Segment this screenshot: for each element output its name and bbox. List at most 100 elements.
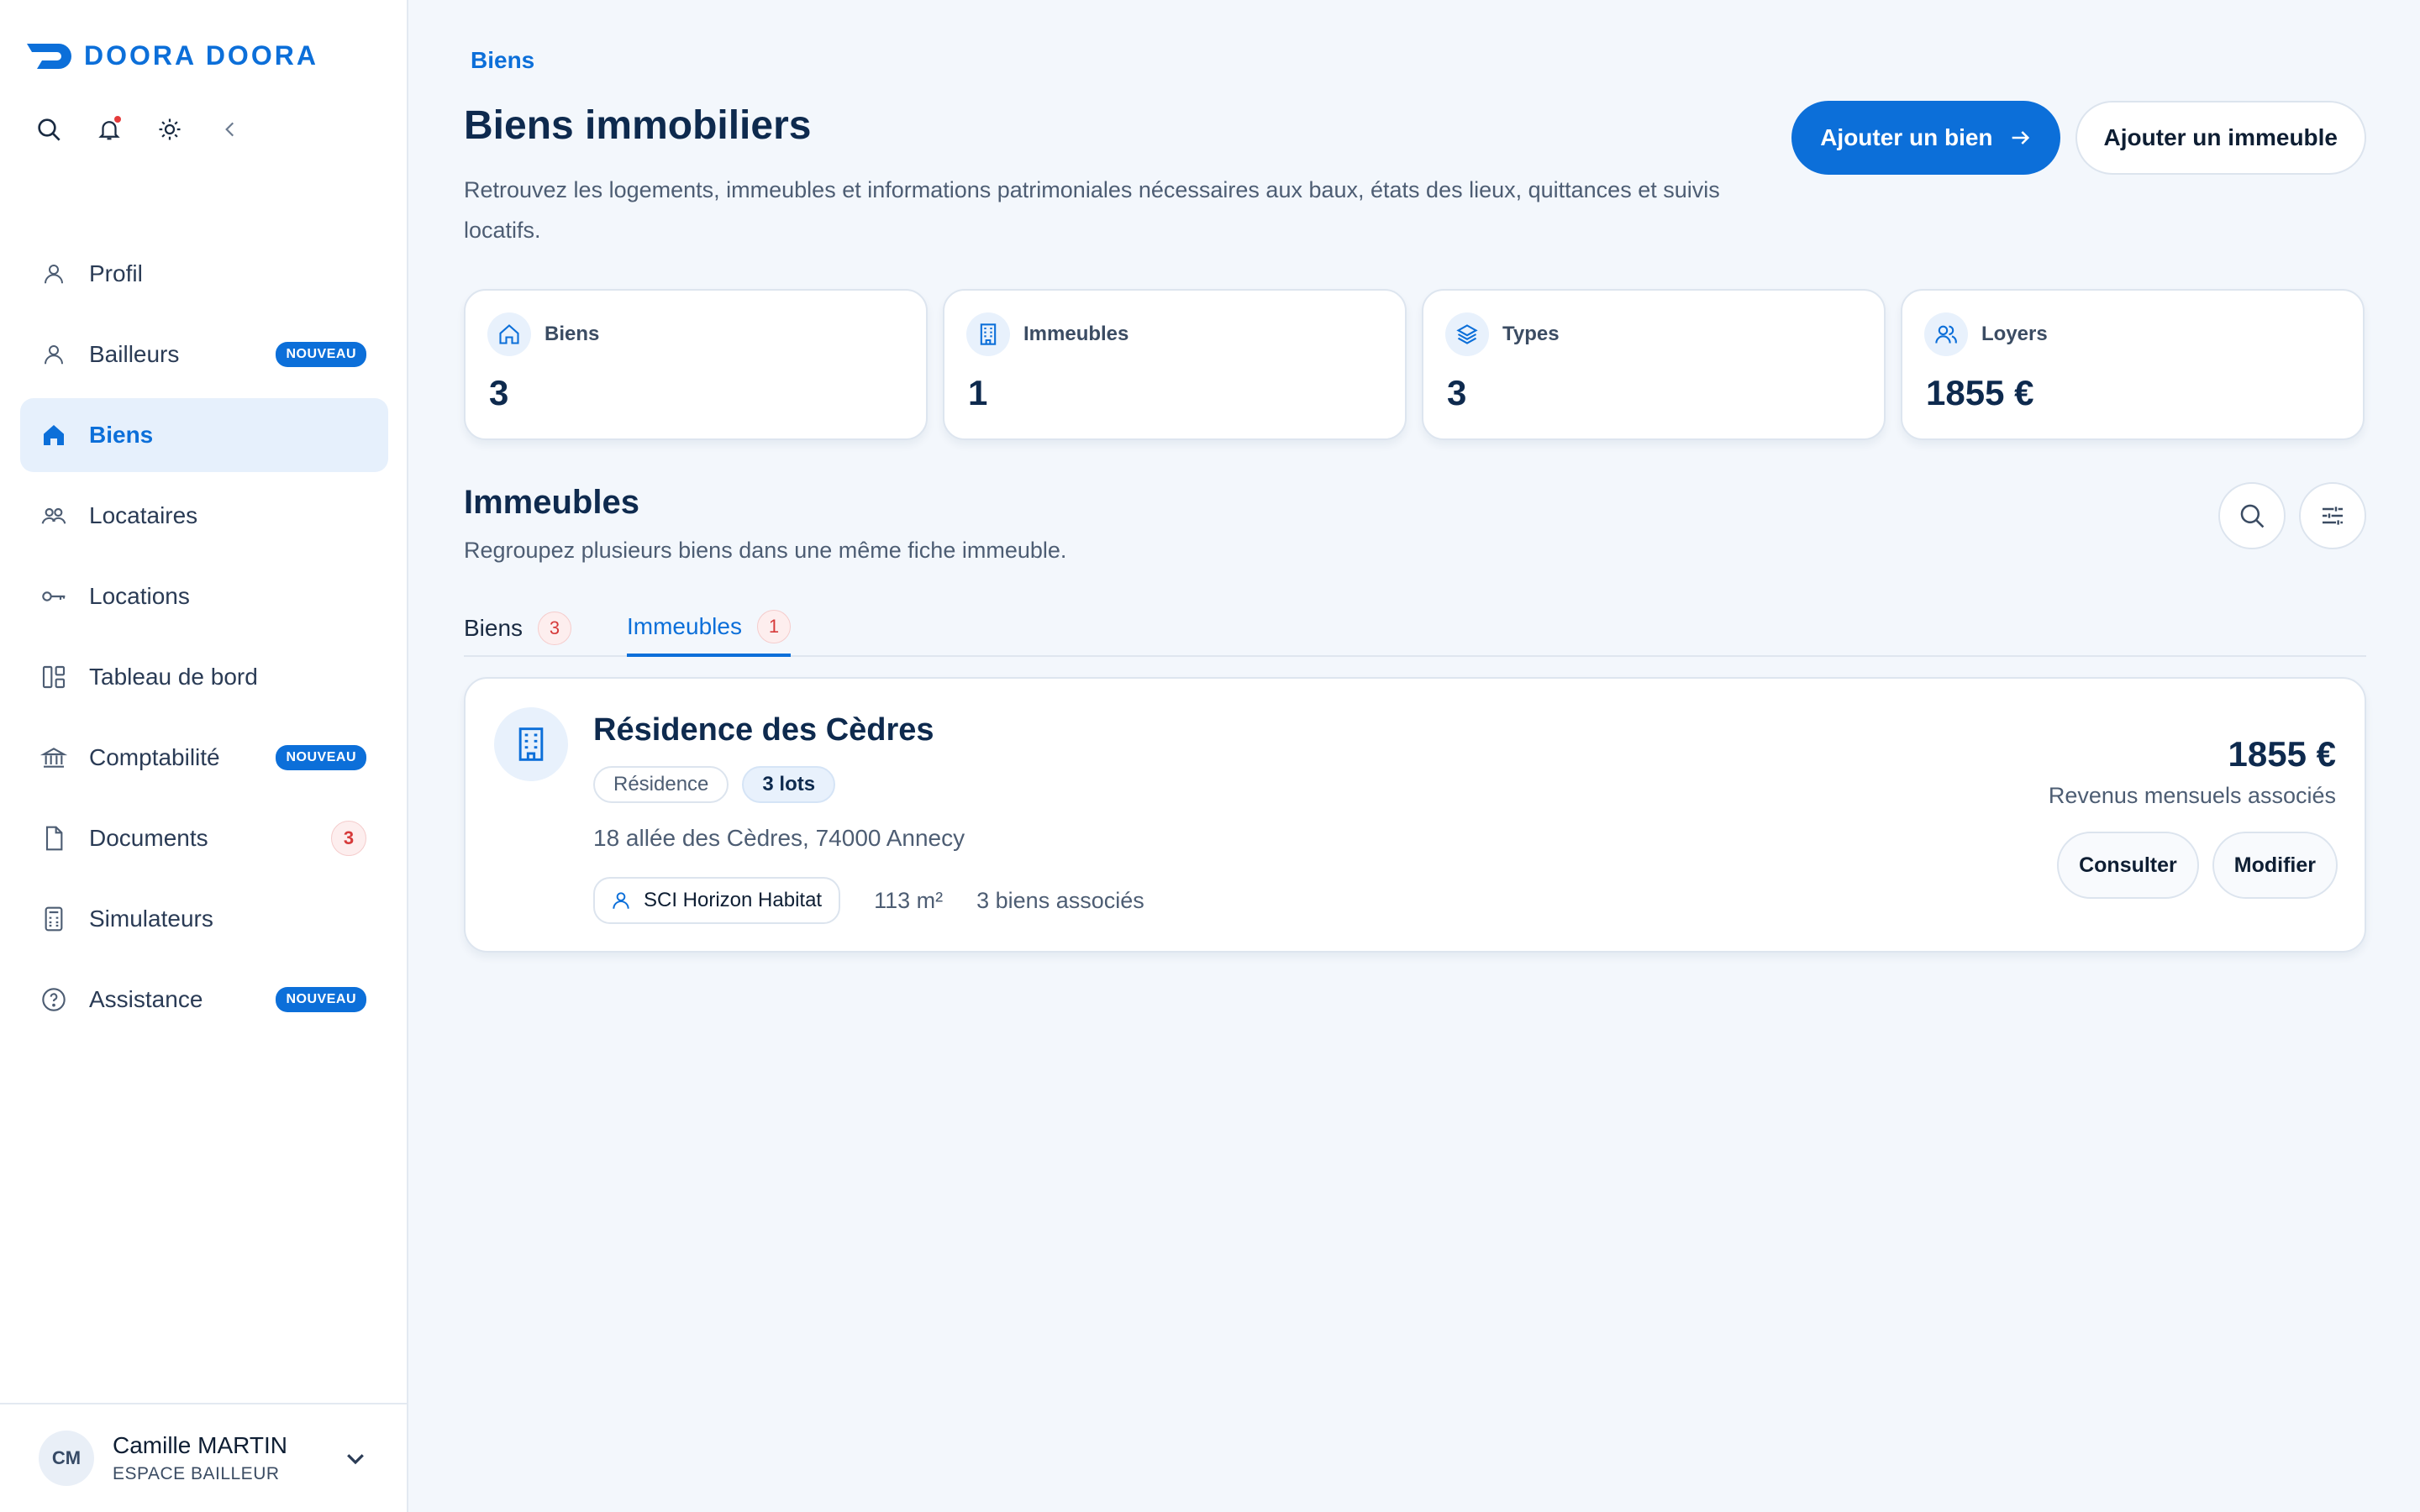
building-name: Résidence des Cèdres: [593, 712, 934, 748]
search-icon[interactable]: [34, 114, 64, 144]
user-role: ESPACE BAILLEUR: [113, 1464, 280, 1483]
tab-label: Biens: [464, 615, 523, 641]
stat-value: 3: [1447, 373, 1467, 412]
stat-label: Immeubles: [1023, 323, 1129, 345]
section-title: Immeubles: [464, 484, 639, 521]
stat-label: Biens: [544, 323, 600, 345]
user-info: Camille MARTIN ESPACE BAILLEUR: [113, 1432, 287, 1484]
stat-card-immeubles: Immeubles 1: [943, 289, 1407, 440]
sidebar-item-comptabilite[interactable]: Comptabilité NOUVEAU: [20, 721, 388, 795]
home-icon: [39, 420, 69, 450]
tab-bar: Biens 3 Immeubles 1: [464, 600, 2366, 657]
user-name: Camille MARTIN: [113, 1432, 287, 1458]
notification-dot: [114, 116, 121, 123]
sidebar-item-assistance[interactable]: Assistance NOUVEAU: [20, 963, 388, 1037]
sidebar-item-label: Simulateurs: [89, 906, 213, 932]
tab-biens[interactable]: Biens 3: [464, 600, 572, 657]
documents-count-badge: 3: [331, 821, 366, 856]
sidebar-item-label: Biens: [89, 422, 154, 448]
brand-logo[interactable]: DOORA DOORA: [25, 40, 318, 71]
building-icon: [494, 707, 568, 781]
sidebar-nav: Profil Bailleurs NOUVEAU Biens Locataire…: [20, 237, 388, 1043]
sidebar-item-label: Comptabilité: [89, 744, 220, 770]
sliders-icon: [2323, 507, 2343, 525]
chevron-down-icon[interactable]: [343, 1446, 368, 1471]
sidebar-item-locataires[interactable]: Locataires: [20, 479, 388, 553]
sidebar-toolbar: [34, 114, 245, 144]
stat-value: 3: [489, 373, 509, 412]
brand-name: DOORA DOORA: [84, 40, 318, 71]
building-address: 18 allée des Cèdres, 74000 Annecy: [593, 825, 965, 851]
lots-chip: 3 lots: [742, 766, 836, 803]
sidebar-item-label: Documents: [89, 825, 208, 851]
notification-bell-icon[interactable]: [94, 114, 124, 144]
sidebar-item-label: Bailleurs: [89, 341, 180, 367]
home-icon: [487, 312, 531, 356]
user-icon: [39, 259, 69, 289]
user-icon: [39, 339, 69, 370]
building-surface: 113 m²: [874, 887, 944, 913]
sidebar-item-label: Profil: [89, 260, 143, 286]
add-property-label: Ajouter un bien: [1820, 124, 1993, 150]
building-chips: Résidence 3 lots: [593, 766, 836, 803]
sidebar-item-bailleurs[interactable]: Bailleurs NOUVEAU: [20, 318, 388, 391]
calculator-icon: [39, 904, 69, 934]
new-badge: NOUVEAU: [276, 987, 366, 1012]
dashboard-icon: [39, 662, 69, 692]
arrow-right-icon: [2012, 131, 2029, 144]
owner-chip[interactable]: SCI Horizon Habitat: [593, 877, 841, 924]
tab-count-badge: 3: [538, 612, 572, 645]
monthly-revenue-label: Revenus mensuels associés: [2048, 783, 2336, 808]
header-actions: Ajouter un bien Ajouter un immeuble: [1791, 101, 2366, 175]
edit-button[interactable]: Modifier: [2212, 832, 2338, 899]
logo-mark-icon: [27, 43, 71, 69]
filter-button[interactable]: [2299, 482, 2366, 549]
users-icon: [1924, 312, 1968, 356]
sidebar-item-profil[interactable]: Profil: [20, 237, 388, 311]
sidebar-item-biens[interactable]: Biens: [20, 398, 388, 472]
tab-immeubles[interactable]: Immeubles 1: [627, 600, 791, 657]
stat-value: 1855 €: [1926, 373, 2034, 412]
bank-icon: [39, 743, 69, 773]
list-tools: [2218, 482, 2366, 549]
search-icon: [2240, 504, 2265, 528]
owner-name: SCI Horizon Habitat: [644, 889, 823, 911]
tab-count-badge: 1: [756, 610, 791, 643]
sidebar-item-label: Assistance: [89, 986, 203, 1012]
building-card[interactable]: Résidence des Cèdres Résidence 3 lots 18…: [464, 677, 2366, 953]
tab-label: Immeubles: [627, 613, 742, 639]
theme-sun-icon[interactable]: [155, 114, 185, 144]
avatar: CM: [39, 1431, 94, 1486]
card-actions: Consulter Modifier: [2057, 832, 2338, 899]
stat-card-types: Types 3: [1422, 289, 1886, 440]
new-badge: NOUVEAU: [276, 342, 366, 367]
building-icon: [966, 312, 1010, 356]
sidebar-item-label: Locataires: [89, 502, 198, 528]
stat-card-biens: Biens 3: [464, 289, 928, 440]
monthly-revenue: 1855 €: [2228, 734, 2336, 774]
key-icon: [39, 581, 69, 612]
consult-button[interactable]: Consulter: [2057, 832, 2199, 899]
sidebar-item-label: Locations: [89, 583, 190, 609]
document-icon: [39, 823, 69, 853]
page-title: Biens immobiliers: [464, 103, 812, 148]
help-icon: [39, 984, 69, 1015]
sidebar-item-documents[interactable]: Documents 3: [20, 801, 388, 875]
sidebar-item-tableau-de-bord[interactable]: Tableau de bord: [20, 640, 388, 714]
sidebar-item-locations[interactable]: Locations: [20, 559, 388, 633]
sidebar-item-label: Tableau de bord: [89, 664, 258, 690]
breadcrumb[interactable]: Biens: [471, 47, 534, 74]
layers-icon: [1445, 312, 1489, 356]
stat-card-loyers: Loyers 1855 €: [1901, 289, 2365, 440]
search-button[interactable]: [2218, 482, 2286, 549]
collapse-chevron-icon[interactable]: [215, 114, 245, 144]
stat-value: 1: [968, 373, 988, 412]
sidebar-item-simulateurs[interactable]: Simulateurs: [20, 882, 388, 956]
users-icon: [39, 501, 69, 531]
add-property-button[interactable]: Ajouter un bien: [1791, 101, 2060, 175]
building-meta: SCI Horizon Habitat 113 m² 3 biens assoc…: [593, 877, 1144, 924]
page-description: Retrouvez les logements, immeubles et in…: [464, 177, 1720, 243]
sidebar: DOORA DOORA Profil Bailleurs NOUVEAU Bie…: [0, 0, 408, 1512]
user-menu[interactable]: CM Camille MARTIN ESPACE BAILLEUR: [0, 1403, 407, 1512]
add-building-button[interactable]: Ajouter un immeuble: [2075, 101, 2366, 175]
